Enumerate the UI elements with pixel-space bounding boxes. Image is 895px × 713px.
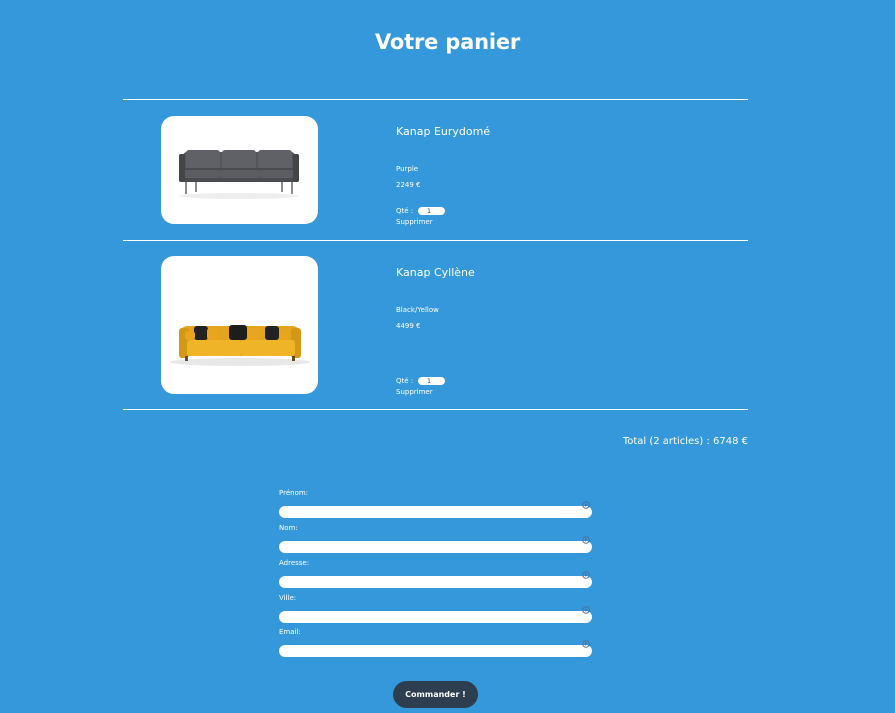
lastname-input[interactable] bbox=[279, 540, 592, 553]
lastname-field: Nom: bbox=[279, 524, 592, 553]
quantity-input[interactable] bbox=[418, 207, 446, 215]
divider bbox=[123, 409, 748, 410]
email-label: Email: bbox=[279, 628, 301, 636]
address-label: Adresse: bbox=[279, 559, 310, 567]
firstname-label: Prénom: bbox=[279, 489, 309, 497]
city-label: Ville: bbox=[279, 594, 297, 602]
city-input[interactable] bbox=[279, 610, 592, 623]
product-name: Kanap Cyllène bbox=[396, 266, 475, 279]
quantity-label: Qté : bbox=[396, 207, 414, 215]
city-field: Ville: bbox=[279, 594, 592, 623]
firstname-field: Prénom: bbox=[279, 489, 592, 518]
quantity-row: Qté : bbox=[396, 207, 446, 215]
quantity-label: Qté : bbox=[396, 377, 414, 385]
cart-item: Kanap Cyllène Black/Yellow 4499 € Qté : … bbox=[123, 241, 748, 409]
product-price: 4499 € bbox=[396, 322, 421, 330]
autofill-arrow-icon[interactable] bbox=[582, 606, 590, 614]
autofill-arrow-icon[interactable] bbox=[582, 571, 590, 579]
delete-item-button[interactable]: Supprimer bbox=[396, 218, 433, 226]
quantity-row: Qté : bbox=[396, 377, 446, 385]
autofill-arrow-icon[interactable] bbox=[582, 640, 590, 648]
product-price: 2249 € bbox=[396, 181, 421, 189]
lastname-label: Nom: bbox=[279, 524, 298, 532]
delete-item-button[interactable]: Supprimer bbox=[396, 388, 433, 396]
grey-sofa-image bbox=[161, 116, 318, 224]
product-name: Kanap Eurydomé bbox=[396, 125, 491, 138]
product-color: Purple bbox=[396, 165, 419, 173]
autofill-arrow-icon[interactable] bbox=[582, 536, 590, 544]
email-field: Email: bbox=[279, 628, 592, 657]
yellow-sofa-image bbox=[161, 256, 318, 394]
email-input[interactable] bbox=[279, 644, 592, 657]
quantity-input[interactable] bbox=[418, 377, 446, 385]
firstname-input[interactable] bbox=[279, 505, 592, 518]
cart-item: Kanap Eurydomé Purple 2249 € Qté : Suppr… bbox=[123, 100, 748, 240]
cart-total: Total (2 articles) : 6748 € bbox=[622, 436, 748, 447]
address-field: Adresse: bbox=[279, 559, 592, 588]
address-input[interactable] bbox=[279, 575, 592, 588]
autofill-arrow-icon[interactable] bbox=[582, 501, 590, 509]
order-button[interactable]: Commander ! bbox=[393, 681, 478, 708]
page-title: Votre panier bbox=[374, 30, 521, 54]
product-color: Black/Yellow bbox=[396, 306, 439, 314]
